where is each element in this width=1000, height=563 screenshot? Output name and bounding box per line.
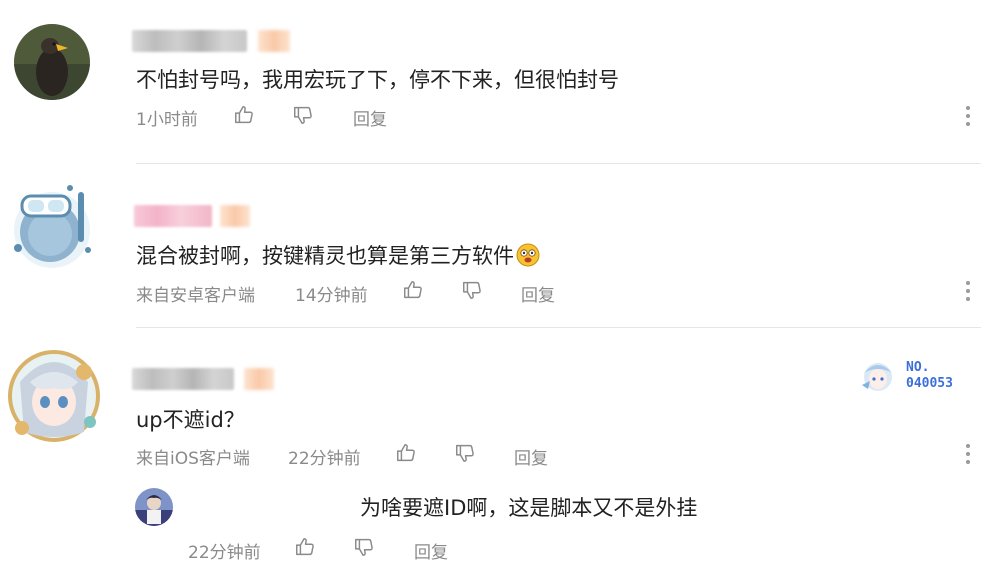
comment-source: 来自iOS客户端	[136, 449, 250, 469]
scared-face-emoji	[516, 243, 540, 267]
divider	[136, 327, 981, 328]
more-vertical-icon[interactable]	[963, 281, 973, 305]
avatar[interactable]	[0, 342, 108, 450]
fan-badge-icon	[858, 355, 898, 395]
thumbs-down-icon[interactable]	[454, 442, 476, 464]
comment-text-content: 混合被封啊，按键精灵也算是第三方软件	[136, 244, 514, 268]
reply-button[interactable]: 回复	[414, 538, 448, 563]
reply-button[interactable]: 回复	[521, 281, 555, 306]
comment-source: 来自安卓客户端	[136, 286, 255, 306]
more-vertical-icon[interactable]	[963, 444, 973, 468]
reply-button[interactable]: 回复	[353, 105, 387, 130]
thumbs-down-icon[interactable]	[353, 536, 375, 558]
thumbs-up-icon[interactable]	[395, 442, 417, 464]
divider	[136, 163, 981, 164]
username-blurred[interactable]	[132, 30, 247, 52]
level-badge-blurred	[258, 30, 290, 52]
level-badge-blurred	[244, 368, 274, 390]
thumbs-up-icon[interactable]	[294, 536, 316, 558]
avatar[interactable]	[135, 488, 173, 526]
reply-button[interactable]: 回复	[514, 444, 548, 469]
fan-badge-line1: NO.	[906, 360, 930, 375]
avatar[interactable]	[4, 178, 100, 274]
fan-badge-line2: 040053	[906, 376, 953, 391]
more-vertical-icon[interactable]	[963, 106, 973, 130]
comment-text: 不怕封号吗，我用宏玩了下，停不下来，但很怕封号	[136, 68, 619, 92]
comment-time: 22分钟前	[288, 449, 361, 469]
comment-time: 14分钟前	[295, 286, 368, 306]
thumbs-up-icon[interactable]	[233, 104, 255, 126]
thumbs-down-icon[interactable]	[461, 279, 483, 301]
thumbs-up-icon[interactable]	[402, 279, 424, 301]
reply-time: 22分钟前	[188, 543, 261, 563]
comment-time: 1小时前	[136, 110, 198, 130]
avatar[interactable]	[14, 24, 90, 100]
level-badge-blurred	[220, 205, 250, 227]
username-blurred[interactable]	[134, 205, 212, 227]
thumbs-down-icon[interactable]	[292, 104, 314, 126]
comment-text: up不遮id？	[136, 408, 245, 432]
comment-text: 混合被封啊，按键精灵也算是第三方软件	[136, 240, 540, 270]
reply-text: 为啥要遮ID啊，这是脚本又不是外挂	[360, 496, 698, 520]
username-blurred[interactable]	[132, 368, 234, 390]
